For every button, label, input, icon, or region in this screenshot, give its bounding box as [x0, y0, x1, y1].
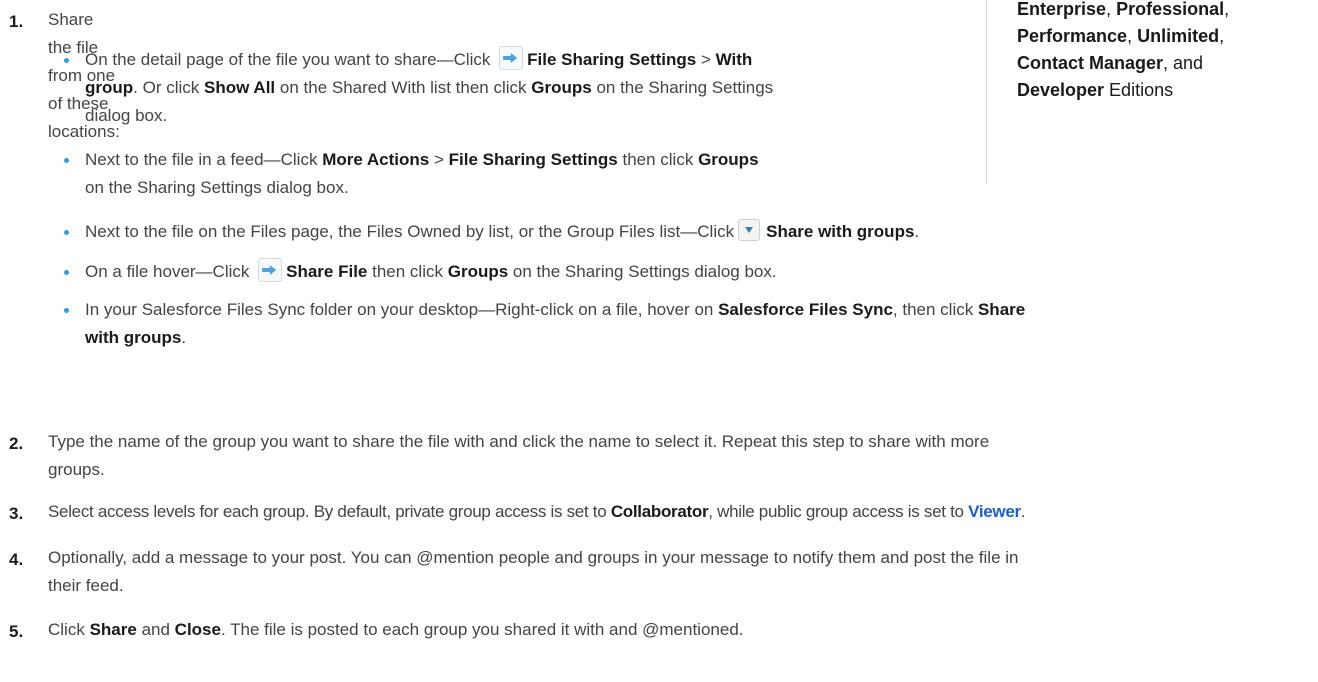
- bullet-dot: [64, 58, 69, 63]
- bullet-dot: [64, 308, 69, 313]
- salesforce-files-sync-label: Salesforce Files Sync: [718, 300, 893, 319]
- bullet-dot: [64, 158, 69, 163]
- text: . Or click: [133, 78, 200, 97]
- with-groups-label: with groups: [85, 328, 182, 347]
- edition-line: Enterprise, Professional,: [1017, 0, 1317, 23]
- text: , then click: [892, 300, 974, 319]
- text: and: [141, 620, 170, 639]
- text: Next to the file on the Files page, the …: [85, 222, 735, 241]
- bullet-dot: [64, 230, 69, 235]
- step-number: 5.: [9, 622, 24, 641]
- file-sharing-settings-label: File Sharing Settings: [448, 150, 618, 169]
- text: then click: [372, 262, 443, 281]
- list-item-text: On the detail page of the file you want …: [85, 46, 985, 130]
- dropdown-arrow-icon: [738, 219, 761, 241]
- step-number: 4.: [9, 550, 24, 569]
- text: .: [181, 328, 187, 347]
- list-item-text: Next to the file in a feed—Click More Ac…: [85, 146, 985, 202]
- edition-name: Contact Manager: [1017, 53, 1164, 73]
- text: .: [914, 222, 920, 241]
- share-label: Share: [89, 620, 137, 639]
- text: ,: [1219, 26, 1225, 46]
- step-text: Select access levels for each group. By …: [48, 498, 1318, 526]
- viewer-link[interactable]: Viewer: [968, 502, 1021, 521]
- edition-name: Performance: [1017, 26, 1128, 46]
- text: their feed.: [48, 576, 124, 595]
- text: on the Sharing Settings dialog box.: [512, 262, 777, 281]
- share-file-icon: [499, 46, 524, 70]
- text: ,: [1127, 26, 1138, 46]
- text: on the Sharing Settings dialog box.: [85, 178, 349, 197]
- step-number: 2.: [9, 434, 24, 453]
- edition-name: Unlimited: [1137, 26, 1220, 46]
- share-file-label: Share File: [286, 262, 368, 281]
- step-text: Optionally, add a message to your post. …: [48, 544, 1318, 600]
- share-with-groups-label: Share with groups: [766, 222, 915, 241]
- text: then click: [622, 150, 694, 169]
- text: .: [1020, 502, 1026, 521]
- edition-line: Developer Editions: [1017, 77, 1317, 104]
- step-text: Click Share and Close. The file is poste…: [48, 616, 1318, 644]
- more-actions-label: More Actions: [322, 150, 430, 169]
- share-label: Share: [977, 300, 1026, 319]
- groups-label: Groups: [447, 262, 509, 281]
- text: On the detail page of the file you want …: [85, 50, 491, 69]
- share-file-icon: [258, 258, 283, 282]
- text: on the Sharing Settings: [596, 78, 774, 97]
- edition-name: Enterprise: [1017, 0, 1107, 19]
- groups-label: Groups: [531, 78, 592, 97]
- list-item-text: Next to the file on the Files page, the …: [85, 218, 1285, 246]
- edition-name: Professional: [1116, 0, 1225, 19]
- text: Select access levels for each group. By …: [48, 502, 607, 521]
- group-label: group: [85, 78, 134, 97]
- text: >: [433, 150, 444, 169]
- edition-line: Performance, Unlimited,: [1017, 23, 1317, 50]
- text: Click: [48, 620, 85, 639]
- text: >: [700, 50, 711, 69]
- text: In your Salesforce Files Sync folder on …: [85, 300, 714, 319]
- step-number: 1.: [9, 12, 24, 31]
- step-text: Type the name of the group you want to s…: [48, 428, 1318, 484]
- text: Editions: [1104, 80, 1174, 100]
- close-label: Close: [174, 620, 221, 639]
- text: groups.: [48, 460, 105, 479]
- show-all-label: Show All: [204, 78, 276, 97]
- list-item-text: On a file hover—Click Share File then cl…: [85, 258, 1285, 286]
- text: ,: [1106, 0, 1117, 19]
- groups-label: Groups: [698, 150, 759, 169]
- text: , and: [1163, 53, 1204, 73]
- text: Type the name of the group you want to s…: [48, 432, 990, 451]
- text: Optionally, add a message to your post. …: [48, 548, 1019, 567]
- with-label: With: [715, 50, 753, 69]
- edition-name: Developer: [1017, 80, 1105, 100]
- list-item-text: In your Salesforce Files Sync folder on …: [85, 296, 1315, 352]
- edition-line: Contact Manager, and: [1017, 50, 1317, 77]
- text: On a file hover—Click: [85, 262, 250, 281]
- text: . The file is posted to each group you s…: [220, 620, 744, 639]
- collaborator-label: Collaborator: [610, 502, 709, 521]
- bullet-dot: [64, 270, 69, 275]
- text: Next to the file in a feed—Click: [85, 150, 318, 169]
- text: on the Shared With list then click: [279, 78, 527, 97]
- file-sharing-settings-label: File Sharing Settings: [527, 50, 697, 69]
- step-number: 3.: [9, 504, 24, 523]
- text: ,: [1224, 0, 1230, 19]
- text: dialog box.: [85, 106, 168, 125]
- editions-sidebar: Enterprise, Professional, Performance, Un…: [986, 0, 1317, 184]
- text: , while public group access is set to: [708, 502, 964, 521]
- editions-list: Enterprise, Professional, Performance, Un…: [1017, 0, 1317, 104]
